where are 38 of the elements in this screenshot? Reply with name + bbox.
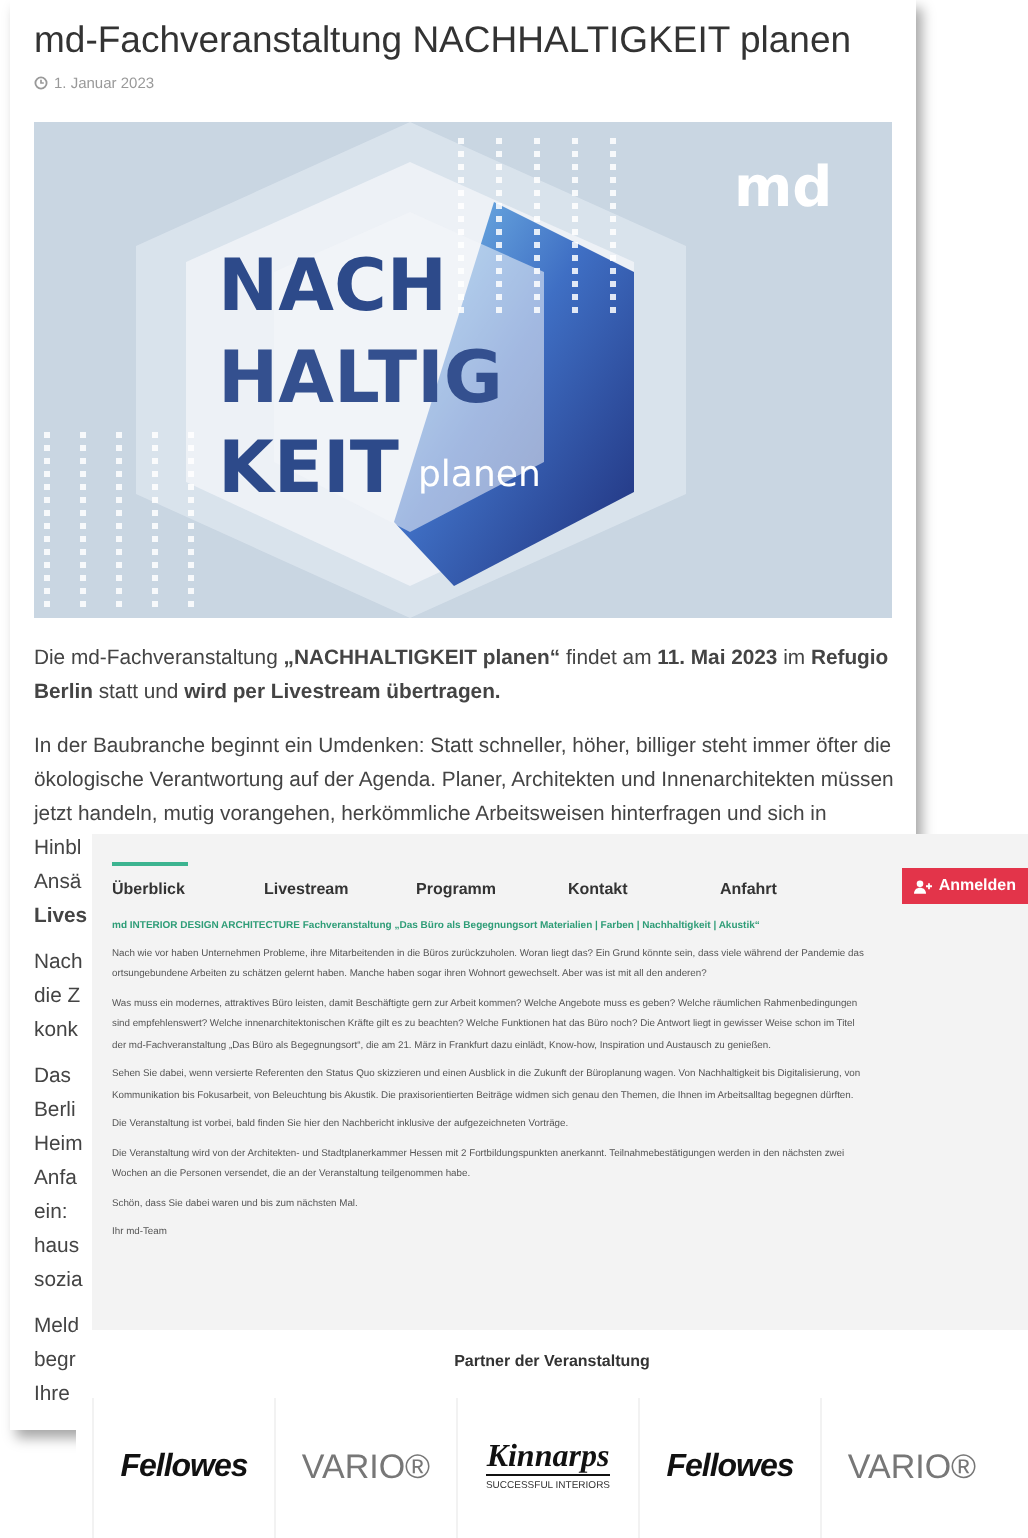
- text-line: konk: [34, 1018, 78, 1047]
- text-line: ökologische Verantwortung auf der Agenda. Planer, Architekten und Innenarchitekten müssen: [34, 768, 894, 797]
- nav-tab[interactable]: Livestream: [264, 862, 416, 910]
- article-title: md-Fachveranstaltung NACHHALTIGKEIT planen: [34, 16, 854, 64]
- text-line: Das: [34, 1064, 71, 1093]
- partner-logo: Fellowes: [666, 1448, 794, 1488]
- text-line: Lives: [34, 904, 88, 933]
- text-line: In der Baubranche beginnt ein Umdenken: Statt schneller, höher, billiger steht immer öfter die: [34, 734, 892, 763]
- register-button[interactable]: Anmelden: [902, 868, 1028, 904]
- text-line: Meld: [34, 1314, 80, 1343]
- nav-tab[interactable]: Programm: [416, 862, 568, 910]
- text-line: haus: [34, 1234, 80, 1263]
- text-line: jetzt handeln, mutig vorangehen, herkömmliche Arbeitsweisen hinterfragen und sich in: [34, 802, 827, 831]
- text-line: Hinbl: [34, 836, 82, 865]
- text-line: sozia: [34, 1268, 83, 1297]
- nav-tab[interactable]: Anfahrt: [720, 862, 872, 910]
- text-line: Heim: [34, 1132, 83, 1161]
- text-line: Nach: [34, 950, 83, 979]
- partner-logo: Kinnarps: [486, 1441, 610, 1476]
- text-line: Ansä: [34, 870, 82, 899]
- partners-heading: Partner der Veranstaltung: [452, 1350, 652, 1374]
- headline-text: NACH: [218, 246, 448, 329]
- intro-paragraph: Die md-Fachveranstaltung „NACHHALTIGKEIT planen“ findet am 11. Mai 2023 im Refugio Berlin statt und wird per Livestream übertragen.: [34, 646, 891, 709]
- headline-text: KEIT: [218, 428, 399, 511]
- partner-logo: Fellowes: [120, 1448, 248, 1488]
- partner-logo: VARIO®: [847, 1446, 977, 1491]
- add-user-icon: [914, 879, 933, 893]
- headline-text: HALTIG: [218, 338, 503, 421]
- text-line: die Z: [34, 984, 81, 1013]
- text-line: Ihre: [34, 1382, 70, 1411]
- text-line: Berli: [34, 1098, 76, 1127]
- nav-tab[interactable]: Überblick: [112, 862, 264, 910]
- clock-icon: [34, 76, 48, 91]
- text-line: Anfa: [34, 1166, 77, 1195]
- nav-tab[interactable]: Kontakt: [568, 862, 720, 910]
- text-line: begr: [34, 1348, 76, 1377]
- partner-logo: VARIO®: [301, 1446, 431, 1491]
- text-line: ein:: [34, 1200, 68, 1229]
